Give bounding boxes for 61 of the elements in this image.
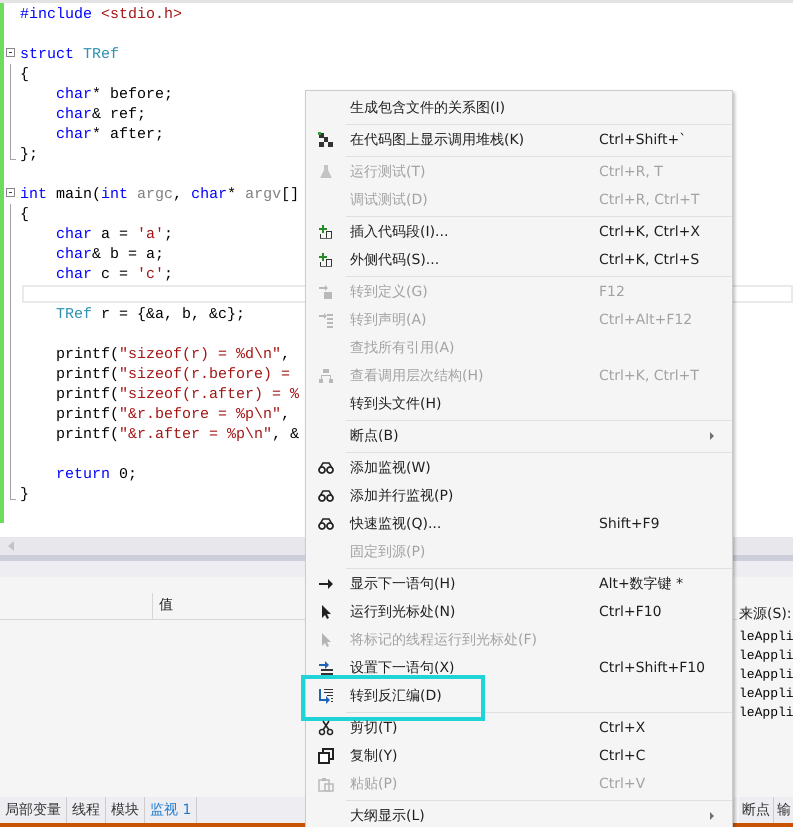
list-line: leAppli	[739, 629, 793, 646]
code-line: };	[20, 146, 38, 162]
menu-item[interactable]: 添加并行监视(P)	[306, 482, 732, 510]
paste-icon	[318, 776, 334, 792]
hierarchy-icon	[318, 368, 334, 384]
code-line: printf("&r.after = %p\n", &	[55, 426, 300, 442]
code-line: struct TRef	[20, 46, 120, 62]
code-line: return 0;	[55, 466, 138, 482]
menu-item[interactable]: 显示下一语句(H) Alt+数字键 *	[306, 570, 732, 598]
code-line: #include <stdio.h>	[20, 6, 182, 22]
glasses-icon	[318, 488, 334, 504]
goto-icon	[318, 284, 334, 300]
menu-item[interactable]: 大纲显示(L)	[306, 802, 732, 827]
code-line: char& b = a;	[55, 246, 164, 262]
hierarchy-icon	[318, 132, 334, 148]
fold-icon[interactable]	[6, 48, 15, 57]
glasses-icon	[318, 460, 334, 476]
next-statement-icon	[318, 660, 334, 676]
list-line: leAppli	[739, 648, 793, 665]
glasses-icon	[318, 516, 334, 532]
code-line: TRef r = {&a, b, &c};	[55, 306, 246, 322]
code-line: {	[20, 206, 30, 222]
source-label: 来源(S):	[739, 605, 793, 623]
menu-item[interactable]: 快速监视(Q)... Shift+F9	[306, 510, 732, 538]
snippet-icon	[318, 224, 334, 240]
code-line: {	[20, 66, 30, 82]
menu-item[interactable]: 转到头文件(H)	[306, 390, 732, 418]
scissors-icon	[318, 720, 334, 736]
menu-item[interactable]: 生成包含文件的关系图(I)	[306, 94, 732, 122]
fold-icon[interactable]	[6, 188, 15, 197]
arrow-icon	[318, 576, 334, 592]
code-line: int main(int argc, char* argv[]	[20, 186, 300, 202]
code-line: char& ref;	[55, 106, 146, 122]
list-line: leAppli	[739, 667, 793, 684]
list-line: leAppli	[739, 686, 793, 703]
code-line: char* before;	[55, 86, 174, 102]
code-line: char a = 'a';	[55, 226, 174, 242]
menu-item[interactable]: 运行到光标处(N) Ctrl+F10	[306, 598, 732, 626]
menu-item[interactable]: 断点(B)	[306, 422, 732, 450]
goto-icon	[318, 312, 334, 328]
code-line: char* after;	[55, 126, 164, 142]
code-line: printf("&r.before = %p\n",	[55, 406, 290, 422]
menu-item[interactable]: 添加监视(W)	[306, 454, 732, 482]
menu-item[interactable]: 复制(Y) Ctrl+C	[306, 742, 732, 770]
menu-item[interactable]: 在代码图上显示调用堆栈(K) Ctrl+Shift+`	[306, 126, 732, 154]
menu-item[interactable]: 外侧代码(S)... Ctrl+K, Ctrl+S	[306, 246, 732, 274]
menu-item[interactable]: 转到反汇编(D)	[306, 682, 732, 710]
code-line: }	[20, 486, 30, 502]
code-line: char c = 'c';	[55, 266, 174, 282]
menu-item[interactable]: 设置下一语句(X) Ctrl+Shift+F10	[306, 654, 732, 682]
flask-icon	[318, 164, 334, 180]
menu-item[interactable]: 剪切(T) Ctrl+X	[306, 714, 732, 742]
menu-item[interactable]: 插入代码段(I)... Ctrl+K, Ctrl+X	[306, 218, 732, 246]
code-line: printf("sizeof(r) = %d\n",	[55, 346, 290, 362]
column-header[interactable]: 值	[153, 593, 179, 619]
copy-icon	[318, 748, 334, 764]
code-line: printf("sizeof(r.before) =	[55, 366, 290, 382]
code-line: printf("sizeof(r.after) = %	[55, 386, 300, 402]
list-line: leAppli	[739, 705, 793, 722]
snippet-icon	[318, 252, 334, 268]
disassembly-icon	[318, 688, 334, 704]
